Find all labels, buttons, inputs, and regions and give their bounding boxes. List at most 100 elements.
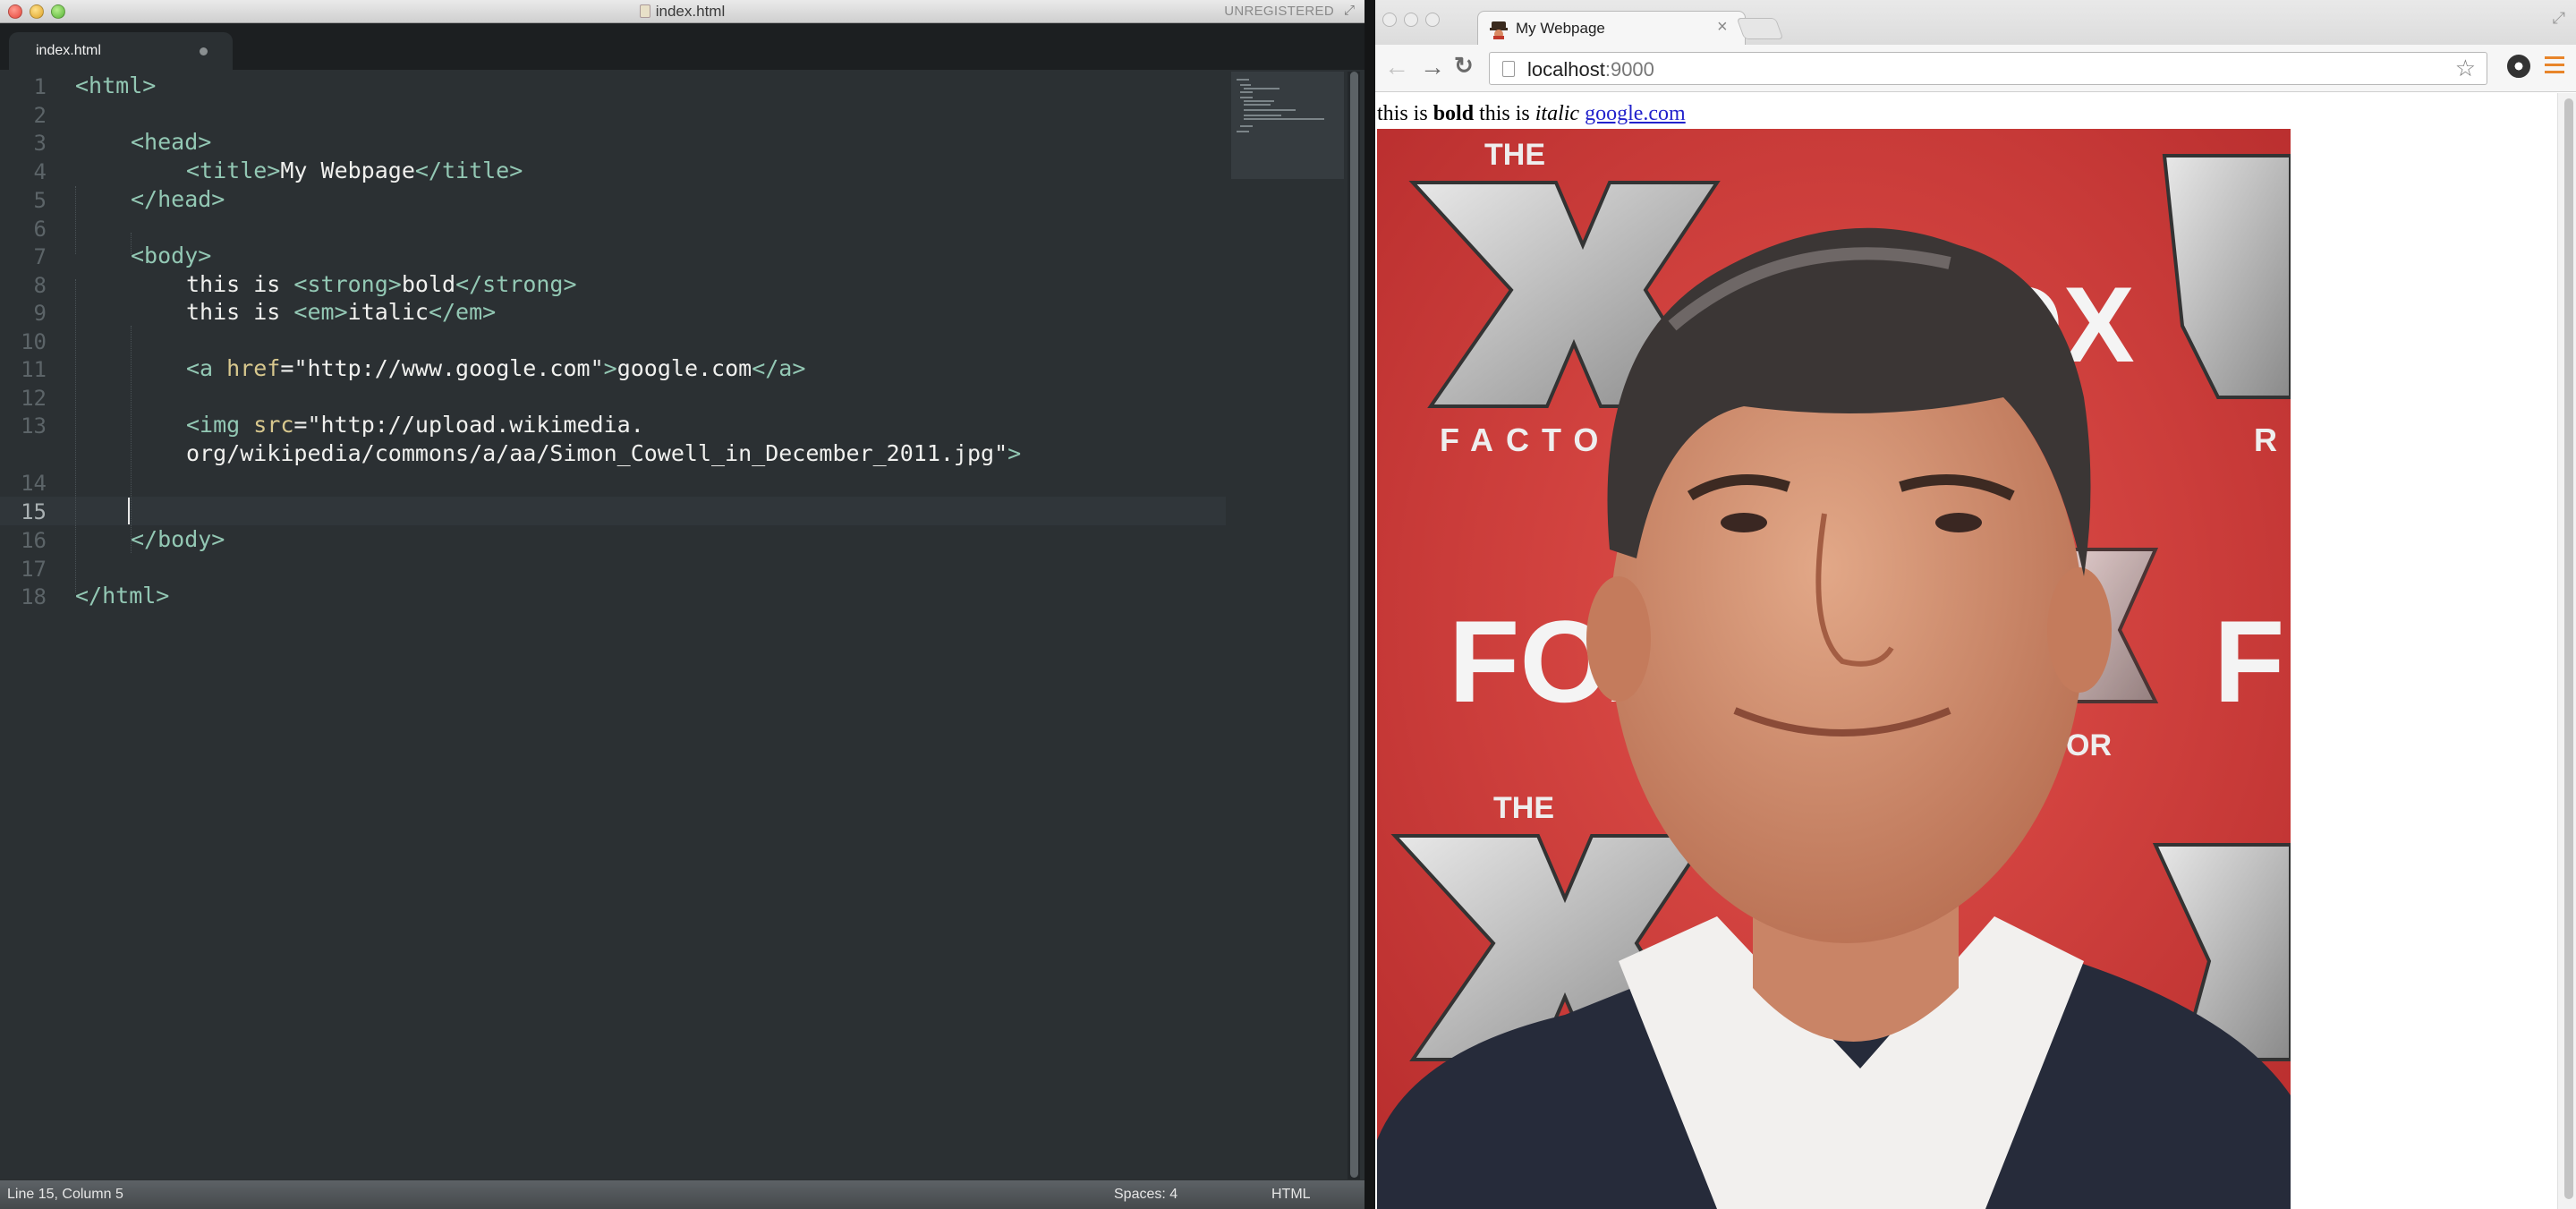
indent-guide bbox=[75, 186, 76, 254]
code-line-3: <head> bbox=[131, 128, 211, 157]
src-attribute: src bbox=[253, 412, 294, 438]
cursor-position-status: Line 15, Column 5 bbox=[7, 1187, 123, 1202]
editor-tab-label: index.html bbox=[36, 43, 101, 58]
address-bar[interactable]: localhost:9000 ☆ bbox=[1489, 52, 2487, 85]
page-text-line: this is bold this is italic google.com bbox=[1377, 102, 1686, 126]
title-close-tag: </title> bbox=[414, 158, 523, 183]
hamburger-menu-icon[interactable] bbox=[2545, 56, 2564, 74]
code-text: = bbox=[293, 412, 308, 438]
strong-close-tag: </strong> bbox=[455, 271, 577, 297]
browser-scrollbar-thumb[interactable] bbox=[2564, 98, 2573, 1199]
code-line-13-wrap: org/wikipedia/commons/a/aa/Simon_Cowell_… bbox=[186, 439, 1021, 468]
url-text: localhost:9000 bbox=[1527, 58, 1654, 81]
italic-text: italic bbox=[1535, 102, 1580, 125]
code-text: italic bbox=[347, 299, 429, 325]
href-value: "http://www.google.com" bbox=[293, 355, 604, 381]
google-link[interactable]: google.com bbox=[1585, 102, 1686, 125]
indent-guide bbox=[75, 279, 76, 592]
logo-the-text: THE bbox=[1493, 791, 1554, 825]
url-host: localhost bbox=[1527, 58, 1605, 81]
code-line-9: this is <em>italic</em> bbox=[186, 298, 496, 327]
tab-close-dot-icon[interactable] bbox=[200, 47, 208, 55]
code-line-13: <img src="http://upload.wikimedia. bbox=[186, 411, 644, 439]
html-open-tag: <html> bbox=[75, 72, 157, 98]
em-close-tag: </em> bbox=[428, 299, 497, 325]
minimap[interactable] bbox=[1231, 72, 1344, 179]
head-close-tag: </head> bbox=[131, 186, 225, 212]
indentation-setting[interactable]: Spaces: 4 bbox=[1114, 1187, 1177, 1203]
browser-toolbar: ← → ↻ localhost:9000 ☆ bbox=[1375, 45, 2576, 92]
editor-scrollbar-thumb[interactable] bbox=[1350, 72, 1358, 1178]
portrait-photo: THE FACTO R FOX FOX F THE FACTO OR bbox=[1377, 129, 2291, 1209]
browser-close-button[interactable] bbox=[1382, 13, 1397, 27]
code-area[interactable]: <html> <head> <title>My Webpage</title> … bbox=[0, 72, 1226, 1163]
browser-minimize-button[interactable] bbox=[1404, 13, 1418, 27]
code-line-18: </html> bbox=[75, 582, 169, 610]
forward-arrow-icon[interactable]: → bbox=[1420, 53, 1445, 81]
editor-window-title: index.html bbox=[0, 3, 1365, 21]
logo-factor-text: FACTO bbox=[1440, 421, 1611, 458]
browser-tab-my-webpage[interactable]: My Webpage × bbox=[1477, 11, 1746, 45]
src-value: "http://upload.wikimedia. bbox=[307, 412, 644, 438]
tab-close-icon[interactable]: × bbox=[1717, 17, 1728, 38]
html-close-tag: </html> bbox=[75, 583, 170, 609]
body-open-tag: <body> bbox=[131, 243, 212, 268]
anchor-open-tag: <a bbox=[186, 355, 227, 381]
editor-window-title-text: index.html bbox=[655, 3, 726, 20]
page-text: this is bbox=[1377, 102, 1433, 125]
file-icon bbox=[639, 4, 650, 18]
indent-guide bbox=[131, 326, 132, 553]
tag-bracket: > bbox=[1007, 440, 1022, 466]
anchor-close-tag: </a> bbox=[752, 355, 806, 381]
text-cursor bbox=[128, 498, 130, 524]
code-text: this is bbox=[186, 299, 294, 325]
bookmark-star-icon[interactable]: ☆ bbox=[2455, 55, 2476, 82]
logo-the-text: THE bbox=[1484, 138, 1545, 172]
logo-fragment-or: OR bbox=[2066, 728, 2112, 762]
tag-bracket: > bbox=[603, 355, 617, 381]
em-open-tag: <em> bbox=[293, 299, 348, 325]
code-line-5: </head> bbox=[131, 185, 225, 214]
code-text: = bbox=[280, 355, 294, 381]
browser-window: My Webpage × ⤢ ← → ↻ localhost:9000 ☆ th… bbox=[1375, 0, 2576, 1209]
src-value-continued: org/wikipedia/commons/a/aa/Simon_Cowell_… bbox=[186, 440, 1008, 466]
href-attribute: href bbox=[226, 355, 281, 381]
browser-tab-title: My Webpage bbox=[1516, 20, 1605, 37]
code-line-11: <a href="http://www.google.com">google.c… bbox=[186, 354, 805, 383]
code-text: bold bbox=[401, 271, 456, 297]
fox-logo-fragment: F bbox=[2214, 596, 2284, 727]
code-line-4: <title>My Webpage</title> bbox=[186, 157, 523, 185]
unregistered-label: UNREGISTERED bbox=[1224, 4, 1334, 19]
editor-tabbar: index.html bbox=[0, 23, 1365, 70]
code-line-1: <html> bbox=[75, 72, 156, 100]
favicon-icon bbox=[1490, 21, 1508, 39]
url-port: :9000 bbox=[1604, 58, 1654, 81]
img-open-tag: <img bbox=[186, 412, 254, 438]
window-divider bbox=[1365, 0, 1375, 1209]
editor-tab-index-html[interactable]: index.html bbox=[9, 32, 233, 70]
syntax-selector[interactable]: HTML bbox=[1271, 1187, 1311, 1203]
code-line-7: <body> bbox=[131, 242, 211, 270]
bold-text: bold bbox=[1433, 102, 1475, 125]
page-viewport: this is bold this is italic google.com T… bbox=[1375, 93, 2557, 1209]
extension-icon[interactable] bbox=[2507, 55, 2530, 78]
strong-open-tag: <strong> bbox=[293, 271, 402, 297]
browser-tabstrip: My Webpage × ⤢ bbox=[1375, 0, 2576, 45]
new-tab-button[interactable] bbox=[1736, 18, 1784, 39]
code-text: google.com bbox=[616, 355, 752, 381]
title-open-tag: <title> bbox=[186, 158, 281, 183]
editor-titlebar: index.html UNREGISTERED ⤢ bbox=[0, 0, 1365, 23]
fullscreen-icon[interactable]: ⤢ bbox=[2553, 9, 2565, 28]
fullscreen-icon[interactable]: ⤢ bbox=[1341, 3, 1357, 19]
title-text: My Webpage bbox=[280, 158, 415, 183]
reload-icon[interactable]: ↻ bbox=[1454, 51, 1474, 80]
editor-statusbar: Line 15, Column 5 Spaces: 4 HTML bbox=[0, 1179, 1365, 1209]
browser-zoom-button[interactable] bbox=[1425, 13, 1440, 27]
body-close-tag: </body> bbox=[131, 526, 225, 552]
back-arrow-icon[interactable]: ← bbox=[1384, 53, 1409, 81]
head-open-tag: <head> bbox=[131, 129, 212, 155]
page-text: this is bbox=[1474, 102, 1535, 125]
code-line-16: </body> bbox=[131, 525, 225, 554]
code-text: this is bbox=[186, 271, 294, 297]
code-line-8: this is <strong>bold</strong> bbox=[186, 270, 577, 299]
